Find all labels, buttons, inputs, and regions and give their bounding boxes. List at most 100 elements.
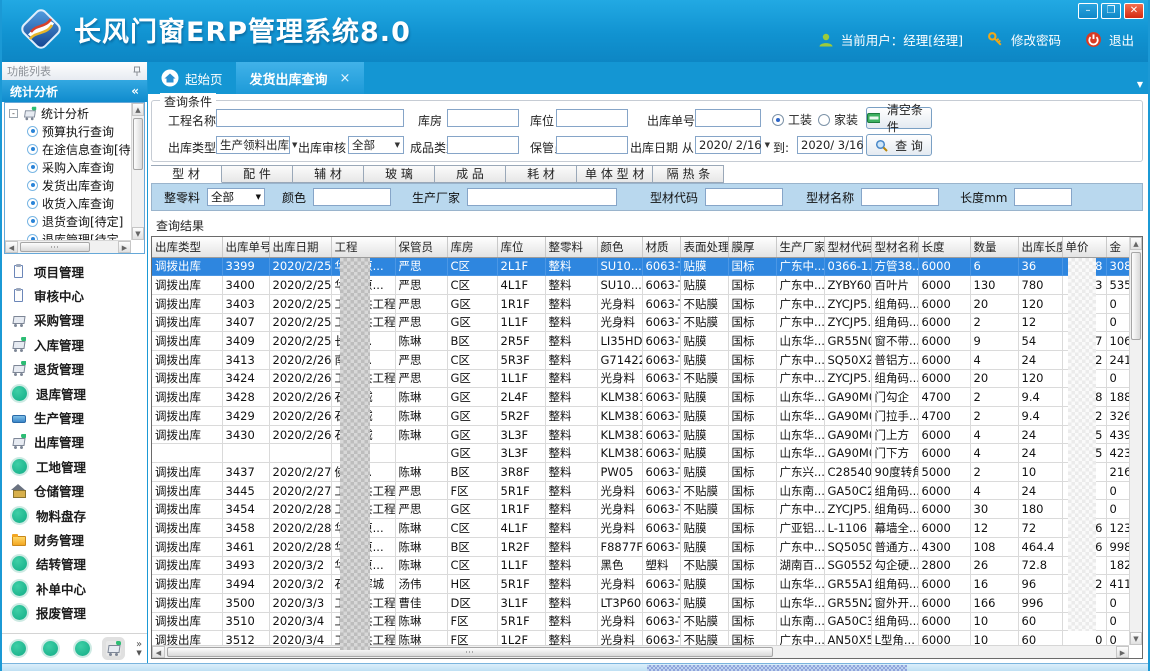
table-row[interactable]: 调拨出库34282020/2/26石 城陈琳G区2L4F整料KLM3817606… — [152, 388, 1129, 407]
tab-close-icon[interactable]: × — [340, 71, 351, 86]
sidebar-menu-item[interactable]: 补单中心 — [2, 576, 147, 600]
date-from-picker[interactable]: 2020/ 2/16 ▼ — [695, 136, 761, 154]
scroll-down-icon[interactable]: ▼ — [132, 227, 144, 240]
table-row[interactable]: 调拨出库33992020/2/25华 原...严思C区2L1F整料SU10...… — [152, 257, 1129, 276]
column-header[interactable]: 数量 — [970, 237, 1018, 257]
table-row[interactable]: 调拨出库34002020/2/25华 原...严思C区4L1F整料SU10...… — [152, 276, 1129, 295]
table-row[interactable]: 调拨出库34372020/2/27佛 ...陈琳B区3R8F整料PW056063… — [152, 463, 1129, 482]
column-header[interactable]: 膜厚 — [728, 237, 776, 257]
sidebar-group-header[interactable]: 统计分析 « — [2, 80, 147, 102]
table-row[interactable]: G区3L3F整料KLM38176063-T5贴膜国标山东华...GA90M09.… — [152, 444, 1129, 463]
material-tab[interactable]: 隔 热 条 — [653, 165, 724, 183]
table-row[interactable]: 调拨出库34302020/2/26石 城陈琳G区3L3F整料KLM3817606… — [152, 425, 1129, 444]
tab-active[interactable]: 发货出库查询 × — [236, 62, 365, 94]
scroll-right-icon[interactable]: ▶ — [1116, 646, 1129, 658]
column-header[interactable]: 保管员 — [395, 237, 447, 257]
tree-vertical-scrollbar[interactable]: ▲ ▼ — [131, 103, 144, 240]
column-header[interactable]: 长度 — [918, 237, 970, 257]
column-header[interactable]: 出库长度 — [1018, 237, 1062, 257]
table-row[interactable]: 调拨出库34582020/2/28华 原...陈琳C区4L1F整料光身料6063… — [152, 519, 1129, 538]
warehouse-input[interactable] — [447, 109, 519, 127]
table-row[interactable]: 调拨出库34032020/2/25工 共工程严思G区1R1F整料光身料6063-… — [152, 294, 1129, 313]
tree-item[interactable]: 收货入库查询 — [5, 194, 131, 212]
date-to-picker[interactable]: 2020/ 3/16 ▼ — [797, 136, 863, 154]
tree-item[interactable]: 退货查询[待定] — [5, 212, 131, 230]
tree-item[interactable]: 在途信息查询[待 — [5, 140, 131, 158]
sidebar-menu-item[interactable]: 物料盘存 — [2, 503, 147, 527]
change-password-link[interactable]: 修改密码 — [1011, 30, 1061, 49]
tree-item[interactable]: 预算执行查询 — [5, 122, 131, 140]
sidebar-menu-item[interactable]: 报废管理 — [2, 600, 147, 624]
grid-horizontal-scrollbar[interactable]: ◀ ▶ — [152, 645, 1129, 658]
out-audit-select[interactable]: 全部 ▼ — [348, 136, 404, 154]
material-tab[interactable]: 配 件 — [222, 165, 293, 183]
material-tab[interactable]: 型 材 — [151, 165, 222, 183]
maximize-button[interactable]: ❐ — [1101, 3, 1121, 19]
table-row[interactable]: 调拨出库34072020/2/25工 共工程严思G区1L1F整料光身料6063-… — [152, 313, 1129, 332]
scroll-up-icon[interactable]: ▲ — [1130, 237, 1142, 250]
table-row[interactable]: 调拨出库34092020/2/25长 ...陈琳B区2R5F整料LI35HD60… — [152, 332, 1129, 351]
tree-root[interactable]: - 统计分析 — [5, 104, 131, 122]
scroll-left-icon[interactable]: ◀ — [152, 646, 165, 658]
column-header[interactable]: 出库单号 — [222, 237, 269, 257]
sidebar-menu-item[interactable]: 工地管理 — [2, 454, 147, 478]
collapsed-module-icon[interactable] — [11, 641, 26, 656]
tree-item[interactable]: 退库管理[待定 — [5, 230, 131, 240]
column-header[interactable]: 工程 — [331, 237, 395, 257]
column-header[interactable]: 型材代码 — [824, 237, 871, 257]
minimize-button[interactable]: – — [1078, 3, 1098, 19]
out-type-select[interactable]: 生产领料出库 ▼ — [216, 136, 290, 154]
table-row[interactable]: 调拨出库34292020/2/26石 城陈琳G区5R2F整料KLM3817606… — [152, 407, 1129, 426]
sidebar-menu-item[interactable]: 出库管理 — [2, 430, 147, 454]
radio-workwear[interactable]: 工装 — [772, 111, 812, 128]
column-header[interactable]: 金 — [1106, 237, 1129, 257]
project-name-input[interactable] — [216, 109, 404, 127]
table-row[interactable]: 调拨出库34942020/3/2石 辉城汤伟H区5R1F整料光身料6063-T5… — [152, 575, 1129, 594]
sidebar-menu-item[interactable]: 生产管理 — [2, 405, 147, 429]
scroll-up-icon[interactable]: ▲ — [132, 103, 144, 116]
product-type-input[interactable] — [447, 136, 519, 154]
tree-item[interactable]: 采购入库查询 — [5, 158, 131, 176]
tree-horizontal-scrollbar[interactable]: ◀ ▶ — [5, 240, 131, 253]
profile-name-input[interactable] — [861, 188, 939, 206]
collapse-icon[interactable]: « — [131, 84, 139, 98]
material-tab[interactable]: 辅 材 — [293, 165, 364, 183]
table-row[interactable]: 调拨出库34452020/2/27工 共工程严思F区5R1F整料光身料6063-… — [152, 481, 1129, 500]
search-button[interactable]: 查 询 — [866, 134, 932, 156]
table-row[interactable]: 调拨出库34932020/3/2华 原...陈琳C区1L1F整料黑色塑料不贴膜国… — [152, 556, 1129, 575]
tree-item[interactable]: 发货出库查询 — [5, 176, 131, 194]
table-row[interactable]: 调拨出库34132020/2/26南 ...严思C区5R3F整料G7142260… — [152, 350, 1129, 369]
material-tab[interactable]: 耗 材 — [506, 165, 577, 183]
sidebar-menu-item[interactable]: 退货管理 — [2, 357, 147, 381]
keeper-input[interactable] — [556, 136, 628, 154]
table-row[interactable]: 调拨出库34242020/2/26工 共工程严思G区1L1F整料光身料6063-… — [152, 369, 1129, 388]
sidebar-overflow-button[interactable]: » ▼ — [136, 641, 142, 657]
length-input[interactable] — [1014, 188, 1072, 206]
sidebar-menu-item[interactable]: 退库管理 — [2, 381, 147, 405]
collapsed-module-cart-icon[interactable] — [106, 641, 121, 656]
material-tab[interactable]: 玻 璃 — [364, 165, 435, 183]
column-header[interactable]: 颜色 — [597, 237, 642, 257]
sidebar-menu-item[interactable]: 结转管理 — [2, 552, 147, 576]
tree-expander-icon[interactable]: - — [9, 109, 18, 118]
table-row[interactable]: 调拨出库34542020/2/28工 共工程严思G区1R1F整料光身料6063-… — [152, 500, 1129, 519]
tab-list-dropdown-icon[interactable]: ▼ — [1137, 80, 1143, 89]
tab-home[interactable]: 起始页 — [148, 62, 236, 94]
column-header[interactable]: 生产厂家 — [776, 237, 824, 257]
column-header[interactable]: 库房 — [447, 237, 497, 257]
table-row[interactable]: 调拨出库35122020/3/4工 共工程陈琳F区1L2F整料光身料6063-T… — [152, 631, 1129, 645]
sidebar-menu-item[interactable]: 入库管理 — [2, 332, 147, 356]
color-input[interactable] — [313, 188, 391, 206]
column-header[interactable]: 出库类型 — [152, 237, 222, 257]
collapsed-module-icon[interactable] — [75, 641, 90, 656]
scroll-right-icon[interactable]: ▶ — [118, 241, 131, 253]
table-row[interactable]: 调拨出库35102020/3/4工 共工程陈琳F区5R1F整料光身料6063-T… — [152, 612, 1129, 631]
scroll-down-icon[interactable]: ▼ — [1130, 632, 1142, 645]
factory-input[interactable] — [467, 188, 617, 206]
radio-homewear[interactable]: 家装 — [818, 111, 858, 128]
sidebar-menu-item[interactable]: 采购管理 — [2, 308, 147, 332]
collapsed-module-icon[interactable] — [43, 641, 58, 656]
location-input[interactable] — [556, 109, 628, 127]
close-button[interactable]: ✕ — [1124, 3, 1144, 19]
column-header[interactable]: 出库日期 — [269, 237, 331, 257]
